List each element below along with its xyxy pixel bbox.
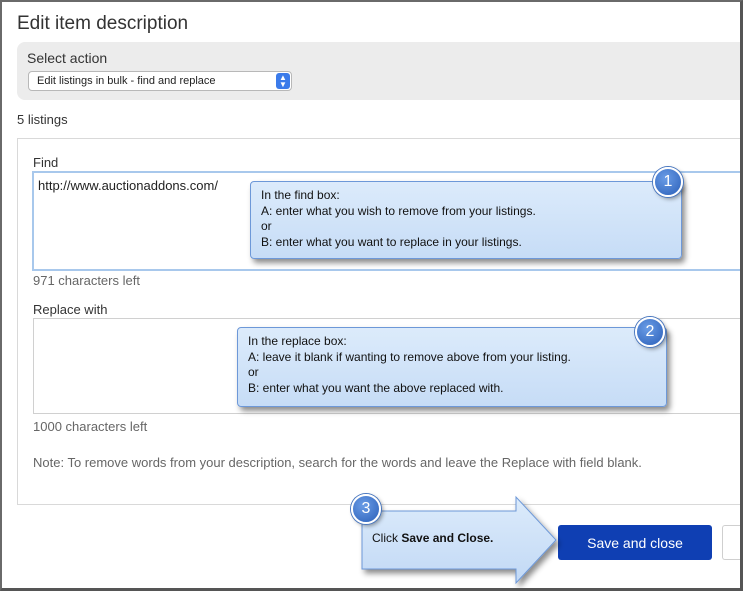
callout-line: In the find box:	[261, 188, 340, 202]
callout-save-instruction: Click Save and Close.	[372, 531, 493, 545]
select-action-label: Select action	[27, 50, 108, 66]
replace-chars-left: 1000 characters left	[33, 419, 148, 434]
callout-save-bold: Save and Close.	[401, 531, 494, 545]
callout-line: or	[248, 365, 259, 379]
dialog-title: Edit item description	[17, 13, 189, 34]
select-stepper-icon: ▲ ▼	[276, 73, 290, 89]
callout-find-instructions: In the find box: A: enter what you wish …	[250, 181, 682, 259]
callout-line: B: enter what you want the above replace…	[248, 380, 504, 395]
action-select[interactable]: Edit listings in bulk - find and replace…	[28, 71, 292, 91]
callout-save-prefix: Click	[372, 531, 402, 545]
step-3-badge: 3	[351, 494, 381, 524]
step-2-badge: 2	[635, 317, 665, 347]
select-action-panel: Select action Edit listings in bulk - fi…	[17, 42, 743, 100]
callout-line: A: enter what you wish to remove from yo…	[261, 203, 536, 218]
help-note: Note: To remove words from your descript…	[33, 455, 642, 470]
save-and-close-button[interactable]: Save and close	[558, 525, 712, 560]
find-textarea-value: http://www.auctionaddons.com/	[38, 178, 218, 193]
secondary-button-edge[interactable]	[722, 525, 743, 560]
step-1-badge: 1	[653, 167, 683, 197]
callout-line: In the replace box:	[248, 334, 347, 348]
action-select-value: Edit listings in bulk - find and replace	[37, 75, 216, 87]
replace-label: Replace with	[33, 302, 108, 317]
callout-replace-instructions: In the replace box: A: leave it blank if…	[237, 327, 667, 407]
callout-line: B: enter what you want to replace in you…	[261, 234, 522, 249]
listings-count: 5 listings	[17, 112, 68, 127]
callout-line: A: leave it blank if wanting to remove a…	[248, 349, 571, 364]
find-label: Find	[33, 155, 59, 170]
callout-line: or	[261, 219, 272, 233]
find-chars-left: 971 characters left	[33, 273, 140, 288]
